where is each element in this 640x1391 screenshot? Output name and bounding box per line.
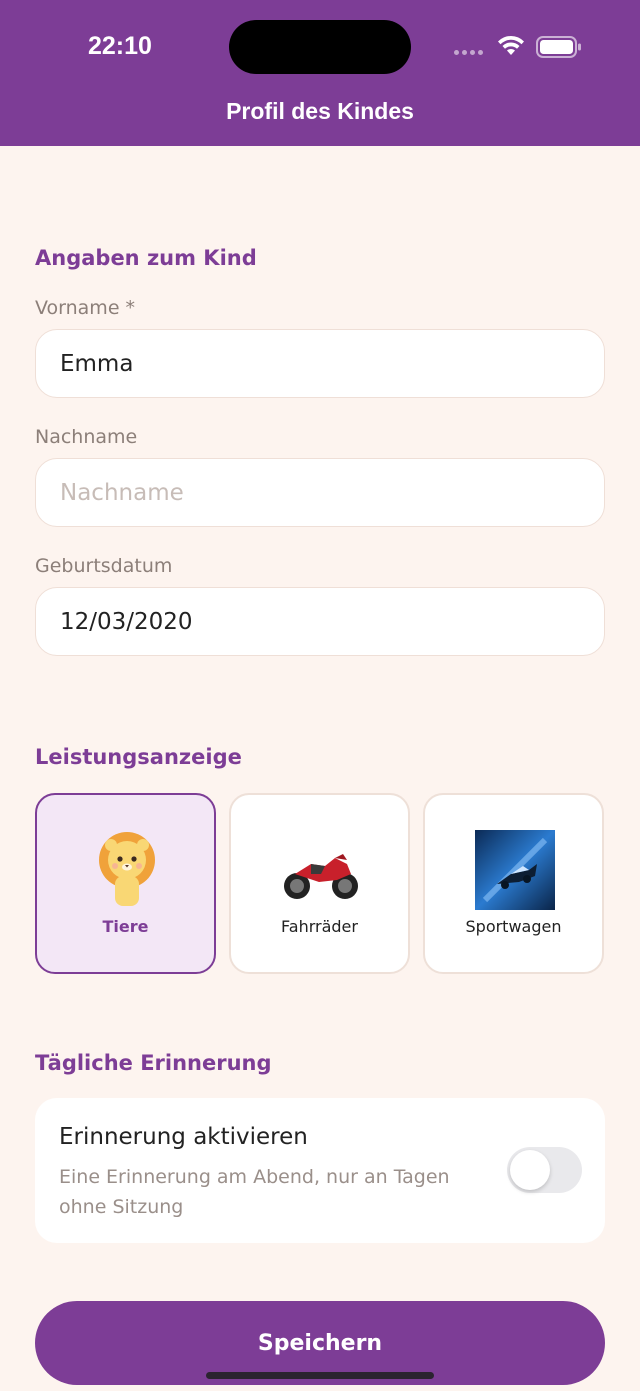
section-title-child: Angaben zum Kind xyxy=(35,246,257,270)
display-option-animals[interactable]: Tiere xyxy=(35,793,216,974)
display-option-label: Fahrräder xyxy=(281,917,358,936)
signal-icon xyxy=(454,50,483,55)
last-name-label: Nachname xyxy=(35,426,138,448)
battery-icon xyxy=(536,36,581,58)
status-time: 22:10 xyxy=(88,32,152,60)
first-name-label: Vorname * xyxy=(35,297,136,319)
first-name-input[interactable] xyxy=(35,329,605,398)
section-title-reminder: Tägliche Erinnerung xyxy=(35,1051,272,1075)
toggle-knob xyxy=(510,1150,550,1190)
wifi-icon xyxy=(498,35,524,55)
reminder-toggle[interactable] xyxy=(507,1147,582,1193)
display-option-label: Sportwagen xyxy=(465,917,562,936)
last-name-input[interactable] xyxy=(35,458,605,527)
home-indicator xyxy=(206,1372,434,1379)
page-title: Profil des Kindes xyxy=(226,98,414,124)
lion-icon xyxy=(99,832,155,906)
sportscar-icon xyxy=(475,830,555,910)
dynamic-island xyxy=(229,20,411,74)
reminder-toggle-subtitle: Eine Erinnerung am Abend, nur an Tagen o… xyxy=(59,1166,450,1218)
birth-date-label: Geburtsdatum xyxy=(35,555,173,577)
display-option-sportscars[interactable]: Sportwagen xyxy=(423,793,604,974)
motorcycle-icon xyxy=(284,854,358,899)
reminder-toggle-title: Erinnerung aktivieren xyxy=(59,1124,308,1150)
section-title-display: Leistungsanzeige xyxy=(35,745,242,769)
reminder-card: Erinnerung aktivieren Eine Erinnerung am… xyxy=(35,1098,605,1243)
display-option-label: Tiere xyxy=(102,917,149,936)
display-option-bikes[interactable]: Fahrräder xyxy=(229,793,410,974)
birth-date-input[interactable] xyxy=(35,587,605,656)
app-header: 22:10 Profil des Kindes xyxy=(0,0,640,146)
